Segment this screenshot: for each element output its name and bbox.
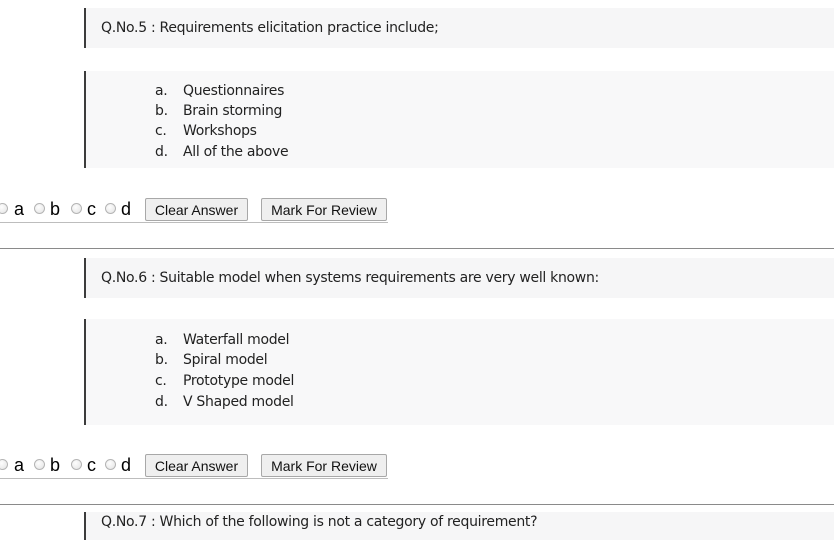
question-6-answer-row: a b c d Clear Answer Mark For Review — [0, 452, 388, 479]
radio-a[interactable] — [0, 203, 8, 214]
radio-label-a: a — [14, 199, 25, 219]
radio-label-d: d — [121, 199, 132, 219]
radio-c[interactable] — [71, 203, 82, 214]
radio-label-b: b — [50, 199, 61, 219]
question-divider — [0, 248, 834, 249]
clear-answer-button[interactable]: Clear Answer — [145, 198, 248, 221]
radio-b[interactable] — [34, 459, 45, 470]
radio-label-c: c — [87, 199, 96, 219]
radio-label-a: a — [14, 455, 25, 475]
radio-c[interactable] — [71, 459, 82, 470]
radio-b[interactable] — [34, 203, 45, 214]
clear-answer-button[interactable]: Clear Answer — [145, 454, 248, 477]
radio-label-d: d — [121, 455, 132, 475]
question-6-title: Q.No.6 : Suitable model when systems req… — [101, 270, 599, 286]
question-7-header: Q.No.7 : Which of the following is not a… — [84, 512, 834, 540]
radio-d[interactable] — [105, 203, 116, 214]
question-6-options: a. Waterfall model b. Spiral model c. Pr… — [84, 319, 834, 425]
question-5-title: Q.No.5 : Requirements elicitation practi… — [101, 20, 439, 36]
question-7-title: Q.No.7 : Which of the following is not a… — [101, 514, 538, 530]
mark-for-review-button[interactable]: Mark For Review — [261, 454, 387, 477]
question-6-header: Q.No.6 : Suitable model when systems req… — [84, 258, 834, 298]
radio-label-b: b — [50, 455, 61, 475]
mark-for-review-button[interactable]: Mark For Review — [261, 198, 387, 221]
question-divider — [0, 504, 834, 505]
radio-d[interactable] — [105, 459, 116, 470]
radio-label-c: c — [87, 455, 96, 475]
question-5-answer-row: a b c d Clear Answer Mark For Review — [0, 196, 388, 223]
question-5-header: Q.No.5 : Requirements elicitation practi… — [84, 8, 834, 48]
radio-a[interactable] — [0, 459, 8, 470]
question-5-options: a. Questionnaires b. Brain storming c. W… — [84, 71, 834, 168]
